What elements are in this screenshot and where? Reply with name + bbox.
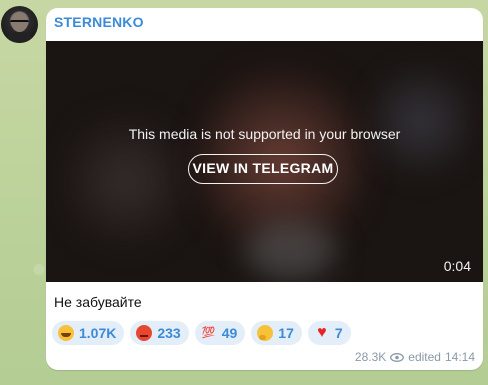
eye-icon	[390, 352, 405, 362]
thinking-face-icon	[257, 325, 274, 341]
blurred-frame	[246, 221, 336, 281]
message-caption: Не забувайте	[54, 294, 142, 310]
reaction-hundred[interactable]: 💯 49	[194, 321, 246, 345]
unsupported-media-notice: This media is not supported in your brow…	[128, 126, 401, 142]
reaction-heart[interactable]: ♥ 7	[307, 321, 351, 345]
reaction-thinking[interactable]: 17	[251, 321, 302, 345]
blurred-frame	[66, 101, 186, 261]
angry-face-icon	[136, 325, 153, 341]
hundred-points-icon: 💯	[201, 327, 216, 339]
view-count: 28.3K	[354, 350, 387, 364]
reaction-count: 17	[278, 325, 294, 341]
reaction-angry[interactable]: 233	[130, 321, 189, 345]
avatar-glasses	[10, 20, 29, 26]
view-in-telegram-button[interactable]: VIEW IN TELEGRAM	[188, 154, 338, 184]
reaction-count: 7	[334, 325, 343, 341]
reaction-count: 233	[157, 325, 181, 341]
channel-avatar[interactable]	[1, 6, 38, 43]
channel-name[interactable]: STERNENKO	[54, 14, 144, 30]
reactions-bar: 1.07K 233 💯 49 17 ♥ 7	[52, 321, 351, 345]
reaction-count: 49	[221, 325, 238, 341]
grinning-face-icon	[58, 325, 74, 341]
video-duration: 0:04	[443, 258, 471, 274]
reaction-count: 1.07K	[79, 325, 117, 341]
reaction-grinning[interactable]: 1.07K	[52, 321, 125, 345]
avatar-shirt	[5, 32, 34, 43]
message-time: 14:14	[444, 350, 475, 364]
edited-label: edited	[408, 350, 441, 364]
video-preview[interactable]: This media is not supported in your brow…	[46, 41, 483, 282]
message-bubble: STERNENKO This media is not supported in…	[46, 8, 483, 370]
message-meta: 28.3K edited 14:14	[355, 350, 475, 364]
red-heart-icon: ♥	[317, 324, 327, 341]
blurred-frame	[366, 51, 476, 191]
